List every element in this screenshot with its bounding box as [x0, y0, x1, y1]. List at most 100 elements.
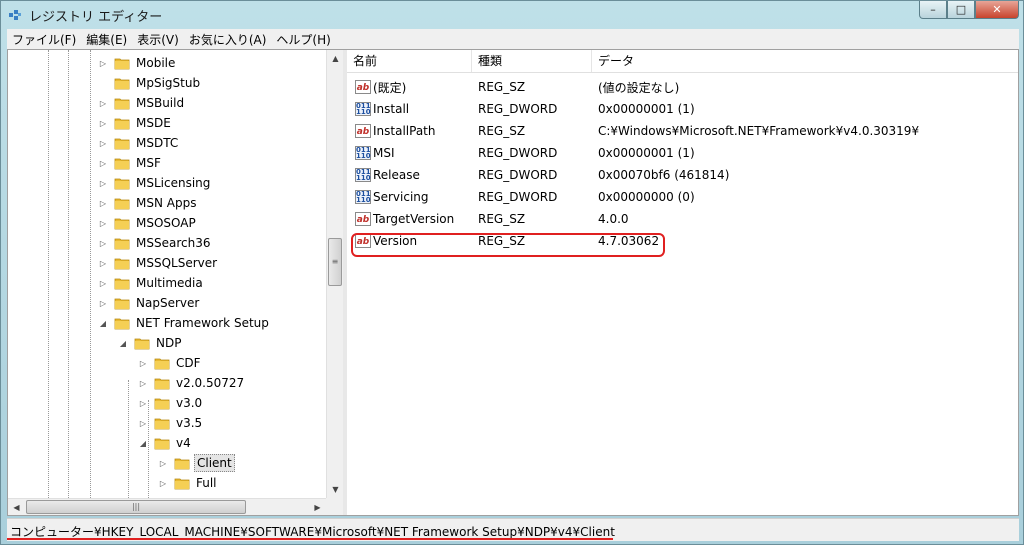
value-data: (値の設定なし) — [598, 80, 680, 95]
tree-node[interactable]: ◢ NET Framework Setup — [98, 313, 271, 333]
expand-arrow-icon[interactable]: ▷ — [98, 59, 108, 68]
tree-node[interactable]: ▷ MSF — [98, 153, 163, 173]
tree-node[interactable]: ▷ MSDE — [98, 113, 173, 133]
tree-node[interactable]: ◢ v4 — [138, 433, 193, 453]
menu-item[interactable]: ファイル(F) — [7, 31, 81, 48]
column-header-name[interactable]: 名前 — [347, 50, 472, 72]
expand-arrow-icon[interactable]: ▷ — [98, 199, 108, 208]
value-name: MSI — [373, 146, 395, 160]
value-name: Release — [373, 168, 420, 182]
scroll-down-icon[interactable]: ▼ — [327, 481, 343, 498]
expand-arrow-icon[interactable]: ▷ — [138, 359, 148, 368]
menu-item[interactable]: 表示(V) — [132, 31, 184, 48]
scroll-left-icon[interactable]: ◀ — [8, 499, 25, 515]
menu-item[interactable]: ヘルプ(H) — [271, 31, 335, 48]
column-header-type[interactable]: 種類 — [472, 50, 592, 72]
folder-icon — [114, 217, 130, 230]
tree-node[interactable]: ▷ v2.0.50727 — [138, 373, 246, 393]
tree-node[interactable]: ▷ MSOSOAP — [98, 213, 198, 233]
tree-node[interactable]: ◢ NDP — [118, 333, 183, 353]
menu-item[interactable]: 編集(E) — [81, 31, 132, 48]
value-name-cell: 011 110 MSI — [347, 146, 472, 160]
value-row[interactable]: ab TargetVersion REG_SZ 4.0.0 — [347, 208, 1018, 230]
tree-node-label: MSBuild — [136, 96, 185, 110]
collapse-arrow-icon[interactable]: ◢ — [118, 339, 128, 348]
expand-arrow-icon[interactable]: ▷ — [138, 419, 148, 428]
tree-horizontal-scrollbar[interactable]: ◀ ||| ▶ — [8, 498, 326, 515]
value-name-cell: 011 110 Servicing — [347, 190, 472, 204]
value-row[interactable]: 011 110 Release REG_DWORD 0x00070bf6 (461814… — [347, 164, 1018, 186]
expand-arrow-icon[interactable]: ▷ — [98, 159, 108, 168]
tree-node[interactable]: ▷ MSDTC — [98, 133, 180, 153]
tree-node[interactable]: ▷ Full — [158, 473, 219, 493]
value-row[interactable]: ab (既定) REG_SZ (値の設定なし) — [347, 76, 1018, 98]
folder-icon — [114, 97, 130, 110]
tree-node-label: Client — [194, 454, 235, 472]
tree-guide-line — [90, 50, 91, 498]
expand-arrow-icon[interactable]: ▷ — [98, 299, 108, 308]
tree-vertical-scrollbar[interactable]: ▲ ≡ ▼ — [326, 50, 343, 498]
value-row[interactable]: 011 110 Servicing REG_DWORD 0x00000000 (0) — [347, 186, 1018, 208]
expand-arrow-icon[interactable]: ▷ — [138, 379, 148, 388]
expand-arrow-icon[interactable]: ▷ — [158, 479, 168, 488]
column-header-data[interactable]: データ — [592, 50, 1018, 72]
value-row[interactable]: ab InstallPath REG_SZ C:¥Windows¥Microsoft.… — [347, 120, 1018, 142]
value-row[interactable]: 011 110 Install REG_DWORD 0x00000001 (1) — [347, 98, 1018, 120]
folder-icon — [114, 77, 130, 90]
tree-node-label: MSDE — [136, 116, 171, 130]
tree-node[interactable]: ▷ Client — [158, 453, 235, 473]
title-bar[interactable]: レジストリ エディター – □ ✕ — [1, 1, 1023, 29]
tree-node-label: v2.0.50727 — [176, 376, 245, 390]
expand-arrow-icon[interactable]: ▷ — [98, 99, 108, 108]
string-value-icon: ab — [355, 212, 371, 226]
tree-node[interactable]: ▷ CDF — [138, 353, 203, 373]
menu-item[interactable]: お気に入り(A) — [184, 31, 272, 48]
tree-node-label: MSSQLServer — [136, 256, 218, 270]
value-row[interactable]: 011 110 MSI REG_DWORD 0x00000001 (1) — [347, 142, 1018, 164]
tree-guide-line — [128, 380, 129, 498]
minimize-button[interactable]: – — [919, 1, 947, 19]
tree-node[interactable]: ▷ Mobile — [98, 53, 177, 73]
expand-arrow-icon[interactable]: ▷ — [98, 219, 108, 228]
expand-arrow-icon[interactable]: ▷ — [98, 259, 108, 268]
tree-node[interactable]: ▷ MSSQLServer — [98, 253, 219, 273]
folder-icon — [114, 297, 130, 310]
expand-arrow-icon[interactable]: ▷ — [98, 139, 108, 148]
tree-node[interactable]: ▷ Multimedia — [98, 273, 205, 293]
value-type: REG_SZ — [478, 124, 526, 138]
tree-node[interactable]: ▷ MSLicensing — [98, 173, 212, 193]
tree-node[interactable]: ▷ MSBuild — [98, 93, 186, 113]
expand-arrow-icon[interactable]: ▷ — [138, 399, 148, 408]
collapse-arrow-icon[interactable]: ◢ — [98, 319, 108, 328]
tree-vertical-scroll-thumb[interactable]: ≡ — [328, 238, 342, 286]
expand-arrow-icon[interactable]: ▷ — [98, 239, 108, 248]
collapse-arrow-icon[interactable]: ◢ — [138, 439, 148, 448]
expand-arrow-icon[interactable]: ▷ — [98, 119, 108, 128]
tree-horizontal-scroll-thumb[interactable]: ||| — [26, 500, 246, 514]
value-data: C:¥Windows¥Microsoft.NET¥Framework¥v4.0.… — [598, 124, 920, 138]
expand-arrow-icon[interactable]: ▷ — [98, 279, 108, 288]
key-tree-pane[interactable]: ▷ Mobile MpSigStub ▷ MSBuild ▷ MSDE ▷ MSDTC ▷ MSF ▷… — [8, 50, 347, 515]
maximize-button[interactable]: □ — [947, 1, 975, 19]
expand-arrow-icon[interactable]: ▷ — [98, 179, 108, 188]
tree-node[interactable]: ▷ MSSearch36 — [98, 233, 212, 253]
folder-icon — [114, 197, 130, 210]
folder-icon — [114, 117, 130, 130]
values-list-pane: 名前 種類 データ ab (既定) REG_SZ (値の設定なし) 011 110 Inst… — [347, 50, 1018, 515]
tree-node[interactable]: ▷ MSN Apps — [98, 193, 198, 213]
key-tree: ▷ Mobile MpSigStub ▷ MSBuild ▷ MSDE ▷ MSDTC ▷ MSF ▷… — [8, 50, 326, 498]
scroll-right-icon[interactable]: ▶ — [309, 499, 326, 515]
tree-node[interactable]: ▷ NapServer — [98, 293, 201, 313]
close-button[interactable]: ✕ — [975, 1, 1019, 19]
expand-arrow-icon[interactable]: ▷ — [158, 459, 168, 468]
folder-icon — [154, 377, 170, 390]
status-path-underline — [7, 538, 613, 540]
scroll-up-icon[interactable]: ▲ — [327, 50, 343, 67]
tree-node[interactable]: MpSigStub — [98, 73, 202, 93]
status-bar: コンピューター¥HKEY_LOCAL_MACHINE¥SOFTWARE¥Micr… — [7, 518, 1019, 541]
value-type: REG_DWORD — [478, 168, 558, 182]
tree-guide-line — [68, 50, 69, 498]
tree-node[interactable]: ▷ v3.5 — [138, 413, 204, 433]
tree-node[interactable]: ▷ v3.0 — [138, 393, 204, 413]
value-type: REG_DWORD — [478, 146, 558, 160]
